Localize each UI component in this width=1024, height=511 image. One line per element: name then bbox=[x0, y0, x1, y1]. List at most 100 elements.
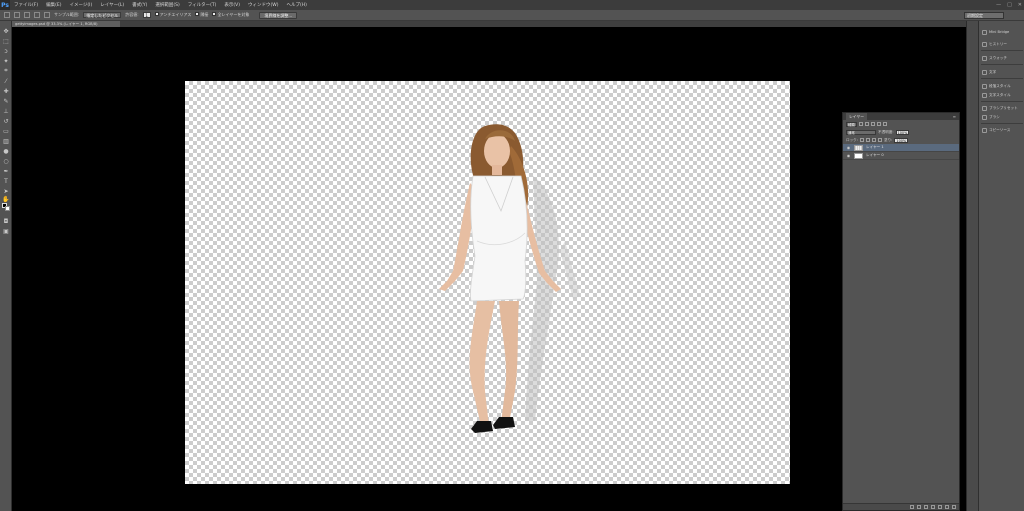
layers-tab[interactable]: レイヤー bbox=[846, 113, 868, 120]
magic-wand-tool-icon[interactable]: ✦ bbox=[2, 57, 10, 65]
menu-help[interactable]: ヘルプ(H) bbox=[282, 2, 310, 8]
lock-position-icon[interactable] bbox=[872, 138, 876, 142]
brush-tool-icon[interactable]: ✎ bbox=[2, 97, 10, 105]
panel-menu-icon[interactable]: ≡ bbox=[953, 114, 956, 119]
panel-dock: Mini Bridge ヒストリー スウォッチ 文字 段落スタイル 文字スタイル… bbox=[978, 21, 1024, 511]
dodge-tool-icon[interactable]: ○ bbox=[2, 157, 10, 165]
minimize-button[interactable]: — bbox=[996, 2, 1001, 8]
menu-view[interactable]: 表示(V) bbox=[220, 2, 244, 8]
delete-layer-icon[interactable] bbox=[952, 505, 956, 509]
screen-mode-icon[interactable]: ▣ bbox=[2, 227, 10, 235]
background-color-swatch[interactable] bbox=[5, 206, 10, 211]
hand-tool-icon[interactable]: ✋ bbox=[2, 195, 10, 203]
lock-row: ロック: 塗り: 100% bbox=[843, 136, 959, 144]
sample-size-label: サンプル範囲: bbox=[54, 12, 80, 17]
eye-icon[interactable]: ◉ bbox=[846, 153, 851, 158]
add-selection-icon[interactable] bbox=[24, 12, 30, 18]
model-figure-image bbox=[439, 124, 580, 433]
layer-row-1[interactable]: ◉ レイヤー 1 bbox=[843, 144, 959, 152]
menu-edit[interactable]: 編集(E) bbox=[42, 2, 65, 8]
blend-mode-select[interactable]: 通常 bbox=[846, 129, 876, 135]
subtract-selection-icon[interactable] bbox=[34, 12, 40, 18]
close-button[interactable]: ✕ bbox=[1018, 2, 1022, 8]
adjustment-layer-icon[interactable] bbox=[931, 505, 935, 509]
antialias-option[interactable]: アンチエイリアス bbox=[154, 12, 191, 18]
fill-label: 塗り: bbox=[884, 137, 893, 142]
filter-pixel-icon[interactable] bbox=[858, 122, 863, 126]
menu-window[interactable]: ウィンドウ(W) bbox=[244, 2, 282, 8]
fill-input[interactable]: 100% bbox=[894, 137, 909, 143]
lock-transparent-icon[interactable] bbox=[860, 138, 864, 142]
menu-bar: Ps ファイル(F) 編集(E) イメージ(I) レイヤー(L) 書式(Y) 選… bbox=[0, 0, 1024, 10]
eyedropper-tool-icon[interactable]: ⁄ bbox=[2, 77, 10, 85]
new-selection-icon[interactable] bbox=[14, 12, 20, 18]
panel-divider bbox=[981, 50, 1023, 51]
magic-wand-tool-icon[interactable] bbox=[4, 12, 10, 18]
layer-row-0[interactable]: ◉ レイヤー 0 bbox=[843, 152, 959, 160]
filter-type-icon[interactable] bbox=[870, 122, 875, 126]
brush-preset-icon bbox=[982, 105, 987, 111]
brush-item[interactable]: ブラシ bbox=[982, 114, 1000, 120]
filter-adjustment-icon[interactable] bbox=[864, 122, 869, 126]
menu-layer[interactable]: レイヤー(L) bbox=[96, 2, 128, 8]
healing-brush-tool-icon[interactable]: ✚ bbox=[2, 87, 10, 95]
intersect-selection-icon[interactable] bbox=[44, 12, 50, 18]
link-layers-icon[interactable] bbox=[910, 505, 914, 509]
all-layers-checkbox[interactable] bbox=[212, 12, 217, 16]
paragraph-style-item[interactable]: 段落スタイル bbox=[982, 83, 1011, 89]
marquee-tool-icon[interactable]: ⬚ bbox=[2, 37, 10, 45]
gradient-tool-icon[interactable]: ▥ bbox=[2, 137, 10, 145]
workspace-select[interactable]: 初期設定 bbox=[964, 12, 1004, 19]
new-group-icon[interactable] bbox=[938, 505, 942, 509]
brush-preset-item[interactable]: ブラシプリセット bbox=[982, 105, 1018, 111]
tolerance-label: 許容値: bbox=[125, 12, 139, 17]
history-item[interactable]: ヒストリー bbox=[982, 41, 1007, 47]
maximize-button[interactable]: □ bbox=[1007, 2, 1012, 8]
sample-size-select[interactable]: 指定したピクセル bbox=[83, 12, 122, 18]
clone-source-item[interactable]: コピーソース bbox=[982, 127, 1010, 133]
tolerance-input[interactable]: 1 bbox=[142, 12, 151, 18]
options-bar: サンプル範囲: 指定したピクセル 許容値: 1 アンチエイリアス 隣接 全レイヤ… bbox=[0, 10, 1024, 21]
move-tool-icon[interactable]: ✥ bbox=[2, 27, 10, 35]
pen-tool-icon[interactable]: ✒ bbox=[2, 167, 10, 175]
blur-tool-icon[interactable]: ● bbox=[2, 147, 10, 155]
canvas-area[interactable] bbox=[12, 27, 966, 511]
layers-panel-header: レイヤー ≡ bbox=[843, 113, 959, 120]
crop-tool-icon[interactable]: ⌗ bbox=[2, 67, 10, 75]
lock-all-icon[interactable] bbox=[878, 138, 882, 142]
antialias-checkbox[interactable] bbox=[154, 12, 159, 16]
opacity-input[interactable]: 100% bbox=[895, 129, 910, 135]
lock-image-icon[interactable] bbox=[866, 138, 870, 142]
lasso-tool-icon[interactable]: ↄ bbox=[2, 47, 10, 55]
contiguous-option[interactable]: 隣接 bbox=[195, 12, 208, 18]
swatches-item[interactable]: スウォッチ bbox=[982, 55, 1007, 61]
menu-file[interactable]: ファイル(F) bbox=[10, 2, 42, 8]
layer-style-icon[interactable] bbox=[917, 505, 921, 509]
photoshop-logo: Ps bbox=[0, 0, 10, 10]
history-brush-tool-icon[interactable]: ↺ bbox=[2, 117, 10, 125]
refine-edge-button[interactable]: 境界線を調整... bbox=[259, 11, 298, 19]
all-layers-option[interactable]: 全レイヤーを対象 bbox=[212, 12, 249, 18]
contiguous-checkbox[interactable] bbox=[195, 12, 200, 16]
layer-mask-icon[interactable] bbox=[924, 505, 928, 509]
new-layer-icon[interactable] bbox=[945, 505, 949, 509]
char-style-icon bbox=[982, 92, 987, 98]
char-style-item[interactable]: 文字スタイル bbox=[982, 92, 1011, 98]
path-selection-tool-icon[interactable]: ➤ bbox=[2, 187, 10, 195]
eraser-tool-icon[interactable]: ▭ bbox=[2, 127, 10, 135]
mini-bridge-item[interactable]: Mini Bridge bbox=[982, 29, 1009, 35]
menu-type[interactable]: 書式(Y) bbox=[128, 2, 151, 8]
document-canvas[interactable] bbox=[185, 81, 790, 484]
layer-kind-select[interactable]: 種類 bbox=[846, 121, 857, 127]
clone-stamp-tool-icon[interactable]: ⊥ bbox=[2, 107, 10, 115]
eye-icon[interactable]: ◉ bbox=[846, 145, 851, 150]
menu-image[interactable]: イメージ(I) bbox=[65, 2, 96, 8]
filter-smartobject-icon[interactable] bbox=[882, 122, 887, 126]
menu-filter[interactable]: フィルター(T) bbox=[184, 2, 221, 8]
quick-mask-icon[interactable]: ◘ bbox=[2, 217, 10, 225]
character-item[interactable]: 文字 bbox=[982, 69, 996, 75]
type-tool-icon[interactable]: T bbox=[2, 177, 10, 185]
filter-shape-icon[interactable] bbox=[876, 122, 881, 126]
window-controls: — □ ✕ bbox=[996, 0, 1022, 10]
menu-select[interactable]: 選択範囲(S) bbox=[151, 2, 183, 8]
